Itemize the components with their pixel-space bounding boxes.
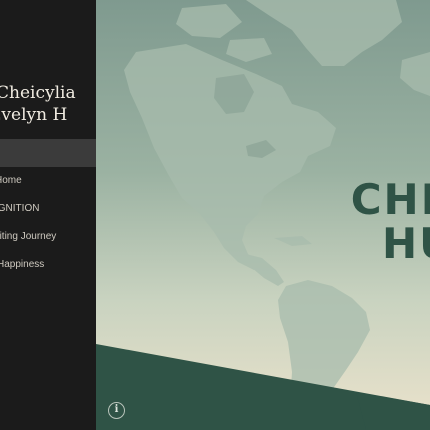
europe-shape — [400, 52, 430, 96]
green-band-upper-right — [356, 392, 430, 430]
nav-item-label: Home — [0, 175, 22, 186]
nav-menu: Home IGNITION Writing Journey Happiness — [0, 139, 96, 279]
nav-item-ignition[interactable]: IGNITION — [0, 195, 96, 223]
site-title-line2: Evelyn H — [0, 105, 68, 125]
site-title[interactable]: Cheicylia Evelyn H — [0, 82, 96, 126]
greenland-shape — [246, 0, 402, 66]
nav-item-label: Happiness — [0, 259, 45, 270]
hero-title-line2: HUTAPEA — [382, 219, 430, 268]
nav-item-home[interactable]: Home — [0, 167, 96, 195]
arctic-islands-shape-2 — [226, 38, 272, 62]
hero-title: CHEICYLIA HUTAPEA — [246, 178, 430, 266]
nav-item-label: IGNITION — [0, 203, 40, 214]
sidebar-nav: Cheicylia Evelyn H Home IGNITION Writing… — [0, 0, 96, 430]
nav-item-writing-journey[interactable]: Writing Journey — [0, 223, 96, 251]
hero-title-line1: CHEICYLIA — [350, 175, 430, 224]
hero-section: CHEICYLIA HUTAPEA — [96, 0, 430, 430]
nav-item-active[interactable] — [0, 139, 96, 167]
nav-item-happiness[interactable]: Happiness — [0, 251, 96, 279]
nav-item-label: Writing Journey — [0, 231, 57, 242]
info-icon[interactable]: i — [108, 402, 125, 419]
site-title-line1: Cheicylia — [0, 83, 76, 103]
arctic-islands-shape — [176, 4, 242, 38]
